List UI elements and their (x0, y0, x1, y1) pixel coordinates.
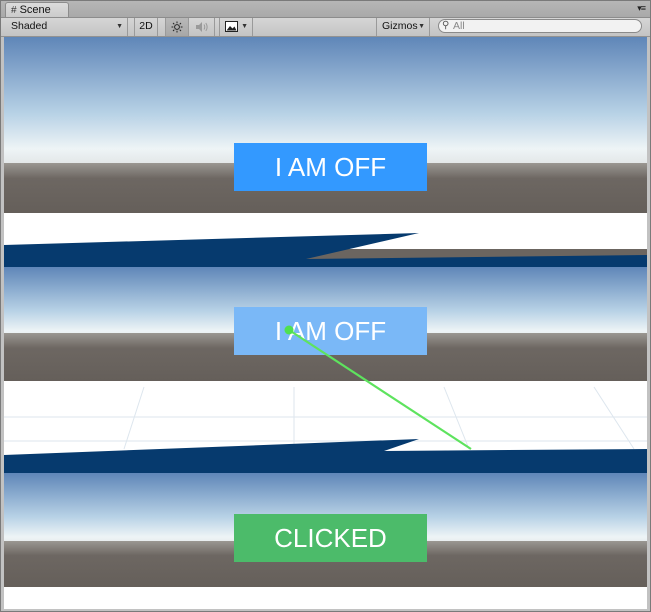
window-menu-icon[interactable]: ▾≡ (637, 3, 646, 14)
vr-button-middle[interactable]: I AM OFF (234, 307, 427, 355)
2d-toggle-button[interactable]: 2D (134, 18, 158, 36)
2d-toggle-label: 2D (139, 20, 153, 32)
lighting-toggle-button[interactable] (165, 18, 189, 36)
tab-bar: # Scene ▾≡ (1, 1, 650, 18)
draw-mode-label: Shaded (11, 20, 48, 32)
search-input[interactable]: ⚲ All (438, 19, 642, 33)
vr-button-top-label: I AM OFF (274, 152, 387, 182)
vr-button-bottom[interactable]: CLICKED (234, 514, 427, 562)
vr-button-bottom-label: CLICKED (274, 523, 387, 553)
vr-button-top[interactable]: I AM OFF (234, 143, 427, 191)
vr-button-middle-label: I AM OFF (274, 316, 387, 346)
scene-viewport[interactable]: I AM OFF I AM OFF CLICKED (4, 37, 647, 609)
scene-window: # Scene ▾≡ Shaded ▼ 2D ▼ Gizmos ▼ ⚲ All … (0, 0, 651, 612)
tab-scene-label: Scene (19, 4, 51, 16)
scene-toolbar: Shaded ▼ 2D ▼ Gizmos ▼ ⚲ All (1, 18, 650, 37)
draw-mode-dropdown[interactable]: Shaded ▼ (6, 18, 128, 36)
search-icon: ⚲ (442, 20, 450, 31)
speaker-icon (195, 22, 208, 32)
chevron-down-icon: ▼ (116, 23, 123, 30)
chevron-down-icon: ▼ (241, 23, 248, 30)
effects-dropdown[interactable]: ▼ (219, 18, 253, 36)
gizmos-label: Gizmos (382, 20, 418, 32)
grid-icon: # (11, 5, 17, 16)
tab-scene[interactable]: # Scene (5, 2, 69, 17)
search-placeholder: All (453, 20, 465, 32)
chevron-down-icon: ▼ (418, 23, 425, 30)
audio-toggle-button[interactable] (189, 18, 215, 36)
image-icon (225, 21, 238, 32)
gizmos-dropdown[interactable]: Gizmos ▼ (376, 18, 430, 36)
sun-icon (171, 21, 183, 33)
